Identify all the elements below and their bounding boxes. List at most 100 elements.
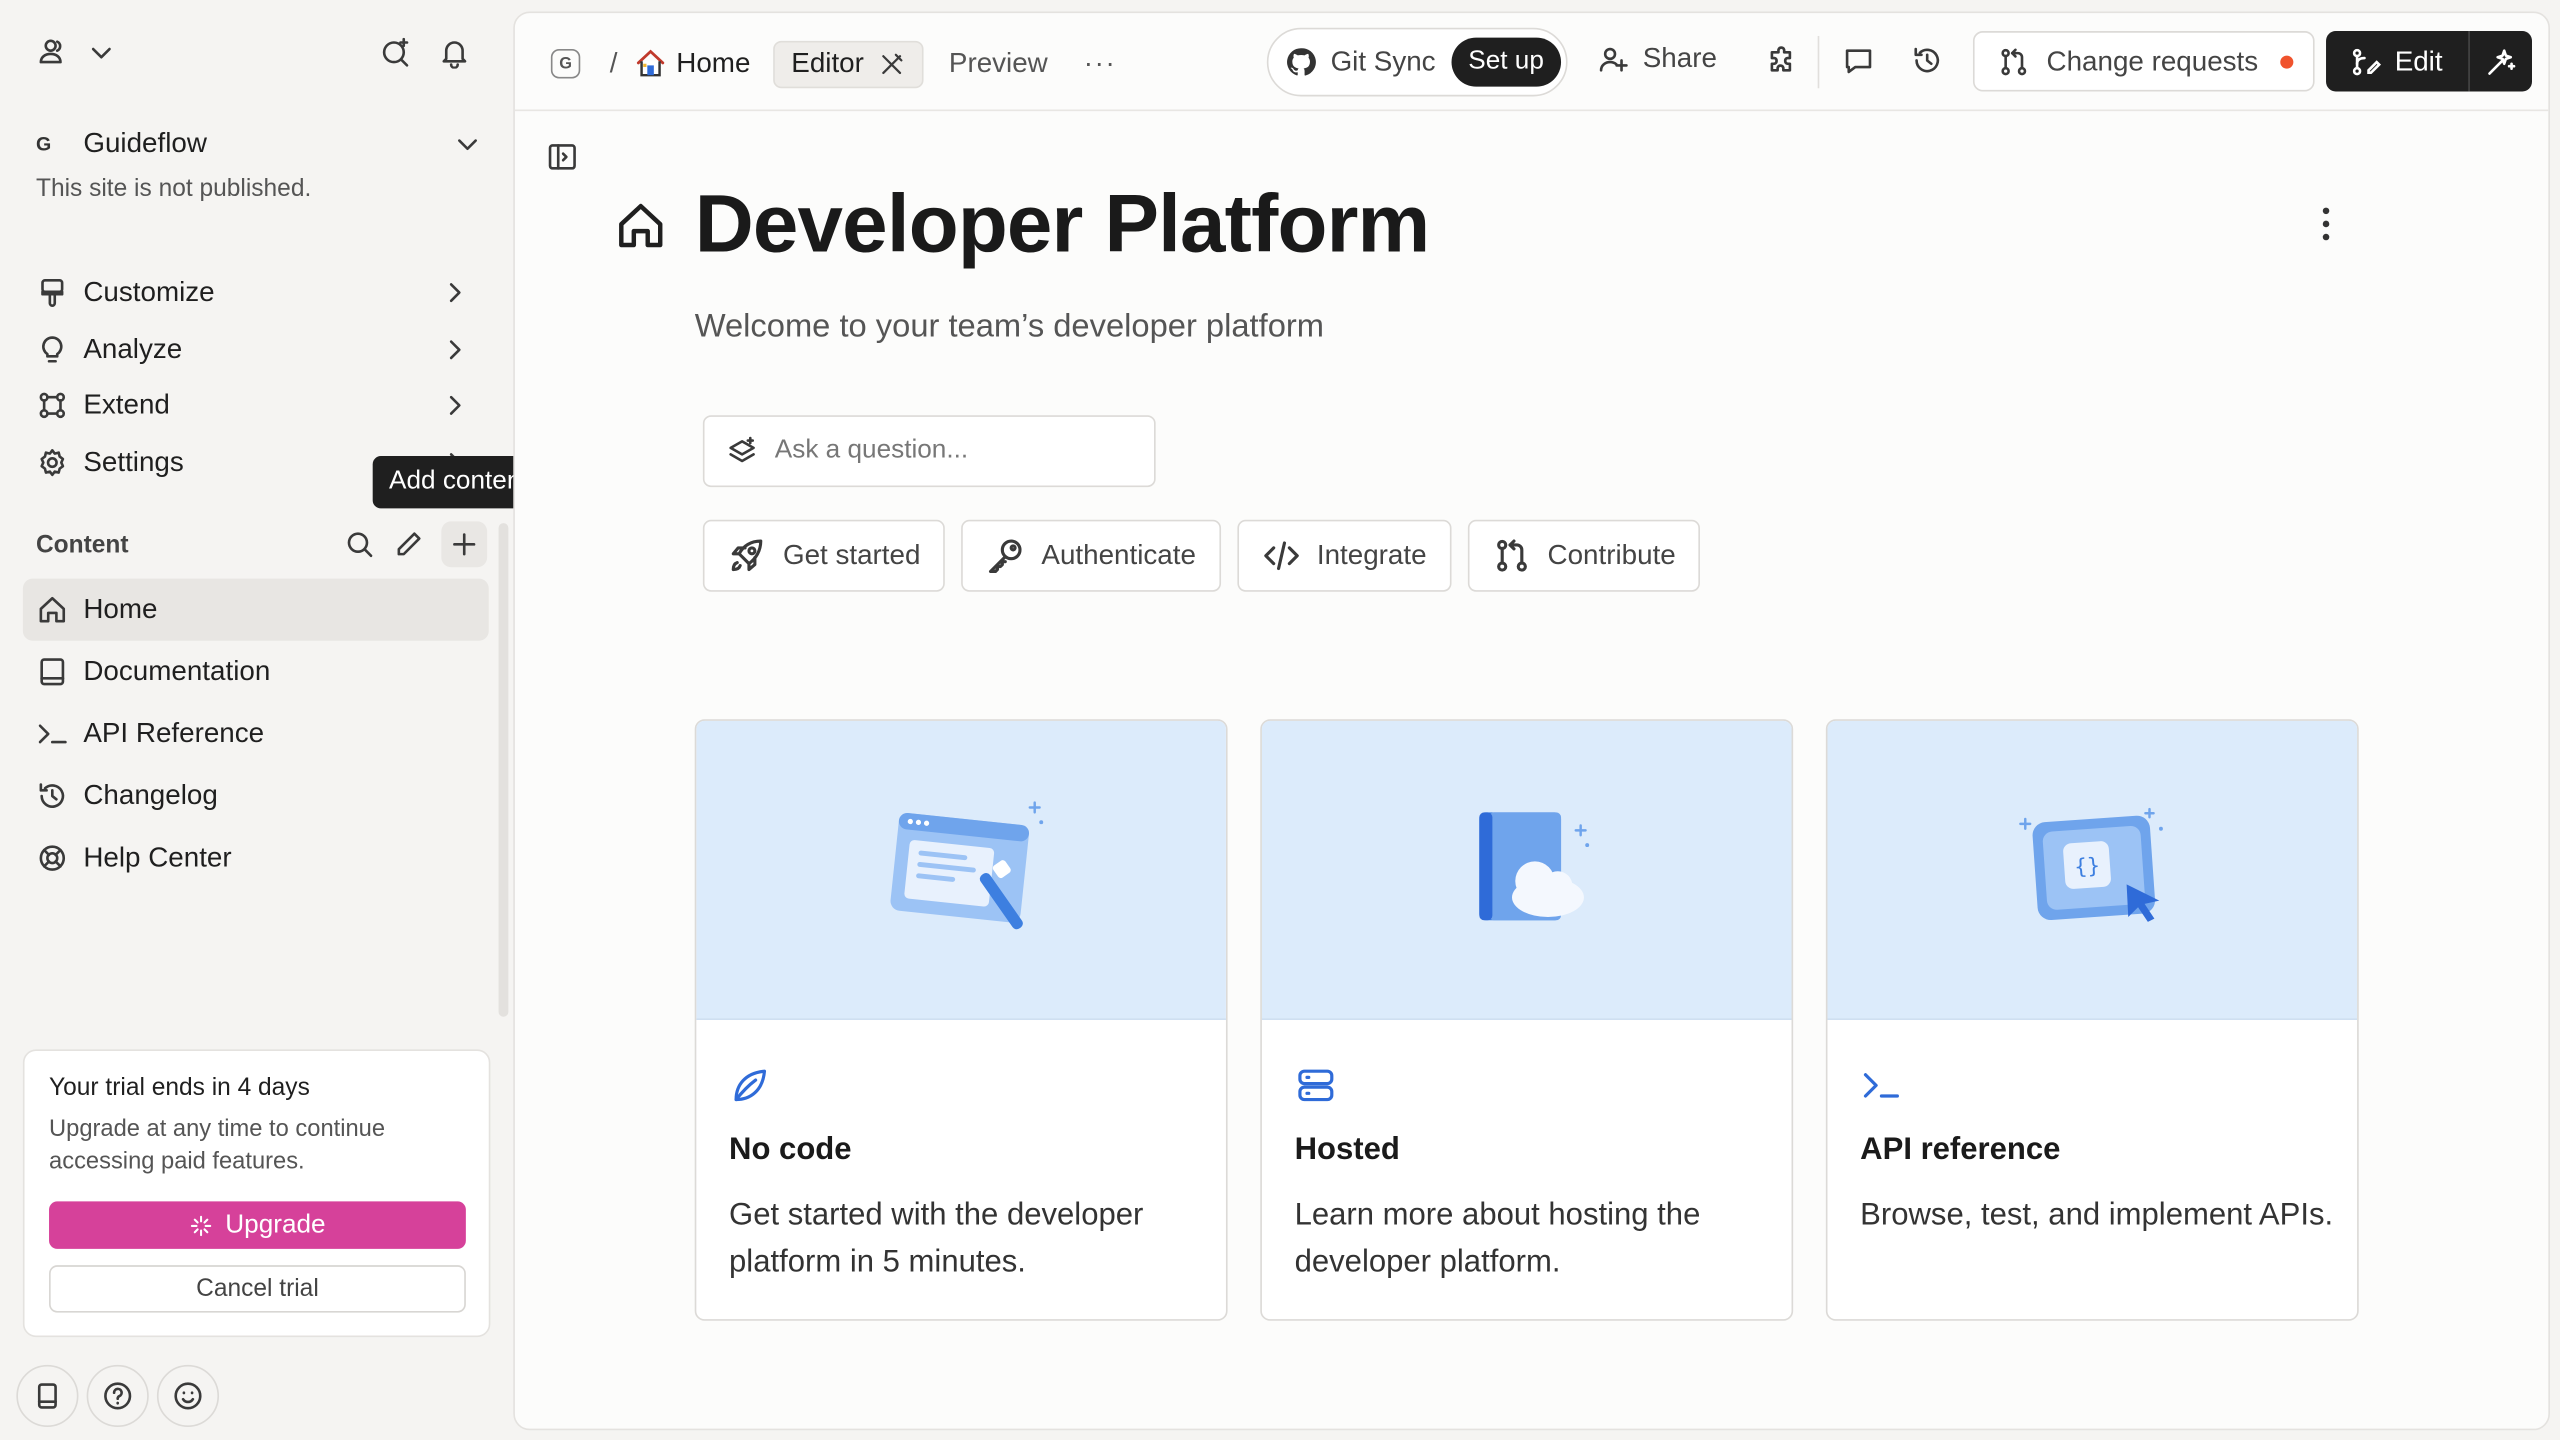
editor-window-pen-illustration: [890, 801, 1044, 930]
more-options-button[interactable]: ···: [1084, 47, 1117, 80]
page-item-documentation[interactable]: Documentation: [23, 641, 489, 703]
history-button[interactable]: [1911, 44, 1944, 77]
quick-link-integrate[interactable]: Integrate: [1236, 519, 1452, 592]
card-api-reference[interactable]: {} API reference Browse, test, and imple…: [1825, 719, 2359, 1321]
toolbar-divider: [1817, 35, 1820, 89]
account-switcher[interactable]: [36, 36, 118, 69]
content-label: Content: [35, 530, 129, 559]
ask-question-field[interactable]: [702, 415, 1156, 488]
git-pull-request-icon: [1496, 539, 1527, 572]
tools-icon: [881, 52, 902, 74]
card-illustration: [1261, 720, 1792, 1020]
chevron-down-icon: [91, 47, 111, 59]
page-item-label: API Reference: [83, 717, 265, 749]
edit-content-button[interactable]: [392, 528, 425, 561]
quick-link-authenticate[interactable]: Authenticate: [961, 519, 1221, 592]
sparkle-icon: [190, 1214, 211, 1236]
card-title: No code: [729, 1132, 852, 1168]
git-pull-request-icon: [2001, 47, 2027, 75]
plus-icon: [453, 533, 476, 556]
sparkle-pen-icon: [2488, 48, 2516, 75]
page-item-api-reference[interactable]: API Reference: [23, 703, 489, 765]
home-icon: [39, 596, 66, 623]
content-section-header: Content: [35, 521, 488, 568]
svg-text:{}: {}: [2074, 853, 2101, 880]
page-tree: Home Documentation API Reference Changel…: [22, 578, 489, 890]
history-icon: [39, 783, 65, 808]
feedback-button[interactable]: [156, 1364, 220, 1428]
docs-button[interactable]: [16, 1364, 79, 1428]
notification-dot: [2281, 54, 2295, 68]
ai-assistant-button[interactable]: [2470, 45, 2532, 78]
panel-toggle-icon: [548, 144, 576, 170]
integrations-icon: [39, 393, 66, 419]
trial-text: Upgrade at any time to continue accessin…: [49, 1116, 386, 1176]
page-title[interactable]: Developer Platform: [695, 177, 1431, 272]
nav-item-extend[interactable]: Extend: [23, 378, 487, 434]
quick-link-get-started[interactable]: Get started: [702, 519, 945, 592]
code-window-cursor-illustration: {}: [2019, 807, 2163, 922]
quick-link-contribute[interactable]: Contribute: [1467, 519, 1701, 592]
breadcrumb-separator: /: [609, 47, 618, 79]
help-button[interactable]: [86, 1364, 149, 1428]
git-sync-label: Git Sync: [1330, 45, 1436, 77]
page-icon-home[interactable]: [613, 198, 669, 254]
home-icon: [619, 203, 663, 248]
chevron-right-icon: [449, 283, 461, 303]
nav-item-customize[interactable]: Customize: [23, 265, 487, 321]
tab-editor[interactable]: Editor: [773, 40, 923, 88]
notifications-button[interactable]: [438, 36, 471, 69]
ai-search-icon: [382, 37, 409, 67]
integrations-button[interactable]: [1765, 44, 1798, 77]
change-requests-label: Change requests: [2046, 44, 2259, 77]
book-cloud-illustration: [1479, 812, 1590, 921]
upgrade-button[interactable]: Upgrade: [49, 1201, 466, 1249]
add-content-button[interactable]: [441, 521, 488, 568]
card-hosted[interactable]: Hosted Learn more about hosting the deve…: [1260, 719, 1794, 1321]
page-description[interactable]: Welcome to your team’s developer platfor…: [695, 309, 1324, 347]
sidebar-scrollbar[interactable]: [498, 523, 509, 1017]
share-button[interactable]: Share: [1597, 42, 1717, 75]
breadcrumb-home[interactable]: Home: [634, 47, 750, 80]
quick-link-label: Integrate: [1316, 539, 1427, 571]
lightbulb-icon: [42, 335, 63, 363]
card-illustration: [696, 720, 1226, 1020]
git-sync-pill[interactable]: Git Sync Set up: [1266, 27, 1568, 97]
smiley-icon: [174, 1382, 202, 1410]
code-icon: [1263, 541, 1299, 571]
gear-icon: [40, 448, 65, 476]
key-icon: [989, 539, 1022, 574]
toggle-outline-button[interactable]: [546, 141, 579, 174]
git-setup-button[interactable]: Set up: [1451, 37, 1561, 87]
card-text: Browse, test, and implement APIs.: [1860, 1198, 2334, 1233]
site-selector[interactable]: G Guideflow: [36, 124, 484, 163]
page-item-label: Changelog: [83, 779, 218, 811]
change-requests-button[interactable]: Change requests: [1972, 31, 2315, 92]
page-item-help-center[interactable]: Help Center: [23, 827, 489, 889]
space-badge[interactable]: G: [550, 49, 581, 79]
page-item-changelog[interactable]: Changelog: [23, 765, 489, 827]
edit-button-group: Edit: [2326, 31, 2532, 92]
page-actions-button[interactable]: [2310, 206, 2343, 242]
tab-preview[interactable]: Preview: [949, 47, 1048, 80]
rocket-icon: [731, 539, 763, 572]
comments-button[interactable]: [1842, 44, 1875, 77]
nav-item-label: Extend: [83, 389, 170, 421]
editor-topbar: G / Home Editor Preview ··· Git Sync Set…: [514, 13, 2549, 112]
edit-button[interactable]: Edit: [2326, 31, 2470, 92]
branch-edit-icon: [2352, 48, 2382, 75]
user-group-icon: [39, 39, 62, 64]
cancel-trial-button[interactable]: Cancel trial: [49, 1265, 466, 1313]
ai-search-button[interactable]: [379, 36, 412, 69]
nav-item-analyze[interactable]: Analyze: [23, 321, 487, 377]
card-grid: No code Get started with the developer p…: [694, 719, 2359, 1321]
search-content-button[interactable]: [343, 528, 376, 561]
card-no-code[interactable]: No code Get started with the developer p…: [694, 719, 1228, 1321]
quick-link-label: Authenticate: [1041, 539, 1196, 571]
ask-question-input[interactable]: [774, 436, 1135, 466]
card-illustration: {}: [1827, 720, 2358, 1020]
quick-link-label: Contribute: [1547, 539, 1676, 571]
chevron-right-icon: [449, 396, 461, 416]
github-icon: [1287, 48, 1316, 76]
page-item-home[interactable]: Home: [22, 578, 489, 641]
